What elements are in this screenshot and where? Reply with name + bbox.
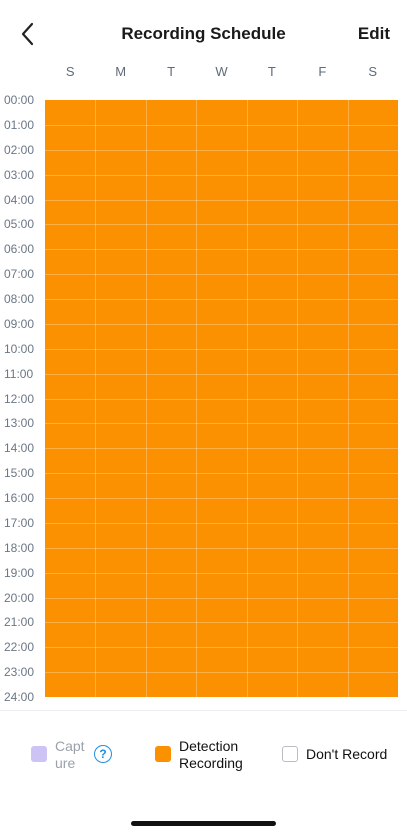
hour-label: 03:00: [4, 167, 35, 182]
home-indicator: [131, 821, 276, 826]
grid-row-line: [45, 423, 398, 425]
hour-label: 06:00: [4, 242, 35, 257]
weekday-label: F: [318, 64, 327, 79]
grid-row-line: [45, 174, 398, 176]
grid-row-line: [45, 448, 398, 450]
hour-label: 04:00: [4, 192, 35, 207]
hour-label: 01:00: [4, 117, 35, 132]
legend: Capture ? Detection Recording Don't Reco…: [0, 738, 407, 778]
grid-row-line: [45, 224, 398, 226]
hour-label: 16:00: [4, 491, 35, 505]
hour-label: 12:00: [4, 391, 35, 406]
hour-label: 21:00: [4, 615, 35, 630]
grid-row-line: [45, 373, 398, 375]
hour-label: 00:00: [4, 93, 35, 107]
detection-swatch: [155, 746, 171, 762]
hour-label: 22:00: [4, 640, 35, 655]
grid-row-line: [45, 572, 398, 574]
weekday-label: S: [65, 64, 75, 79]
hour-label: 02:00: [4, 142, 35, 157]
weekday-label: M: [115, 64, 127, 79]
grid-row-line: [45, 647, 398, 649]
grid-row-line: [45, 149, 398, 151]
grid-row-line: [45, 547, 398, 549]
chevron-left-icon: [21, 22, 34, 46]
grid-row-line: [45, 348, 398, 350]
grid-row-line: [45, 249, 398, 251]
page-title: Recording Schedule: [121, 24, 286, 43]
dont-record-label: Don't Record: [306, 746, 388, 762]
grid-row-line: [45, 199, 398, 201]
dont-record-swatch: [282, 746, 298, 762]
hour-label: 18:00: [4, 540, 35, 555]
weekday-label: T: [267, 64, 276, 79]
grid-row-line: [45, 323, 398, 325]
legend-detection-recording[interactable]: Detection Recording: [155, 738, 259, 772]
help-icon[interactable]: ?: [94, 745, 112, 763]
grid-row-line: [45, 124, 398, 126]
weekday-label: T: [167, 64, 176, 79]
grid-row-line: [45, 672, 398, 674]
hour-label: 20:00: [4, 590, 35, 605]
hour-label: 14:00: [4, 441, 35, 456]
grid-row-line: [45, 398, 398, 400]
grid-row-line: [45, 522, 398, 524]
hour-label: 13:00: [4, 416, 35, 431]
weekday-header: SMTWTFS: [45, 64, 398, 82]
hour-label: 09:00: [4, 316, 35, 331]
legend-capture[interactable]: Capture ?: [31, 738, 112, 772]
capture-swatch: [31, 746, 47, 762]
grid-row-line: [45, 498, 398, 499]
capture-label: Capture: [55, 738, 85, 771]
hour-label: 05:00: [4, 217, 35, 232]
schedule-grid[interactable]: [45, 100, 398, 697]
back-button[interactable]: [14, 20, 42, 48]
weekday-label: S: [368, 64, 378, 79]
grid-row-line: [45, 299, 398, 300]
grid-row-line: [45, 622, 398, 624]
weekday-label: W: [215, 64, 228, 79]
hour-label: 07:00: [4, 267, 35, 282]
hour-label: 17:00: [4, 515, 35, 530]
hour-label: 15:00: [4, 466, 35, 481]
nav-bar: Recording Schedule Edit: [0, 0, 407, 68]
hour-label: 23:00: [4, 665, 35, 680]
hour-label: 10:00: [4, 341, 35, 356]
hour-label: 24:00: [4, 690, 35, 704]
hour-label: 11:00: [4, 366, 34, 381]
hour-label: 19:00: [4, 565, 35, 580]
grid-row-line: [45, 274, 398, 276]
edit-button[interactable]: Edit: [358, 24, 390, 44]
hour-label: 08:00: [4, 292, 35, 306]
detection-label: Detection Recording: [179, 738, 243, 771]
divider: [0, 710, 407, 711]
grid-row-line: [45, 473, 398, 475]
grid-row-line: [45, 597, 398, 599]
legend-dont-record[interactable]: Don't Record: [282, 738, 387, 763]
